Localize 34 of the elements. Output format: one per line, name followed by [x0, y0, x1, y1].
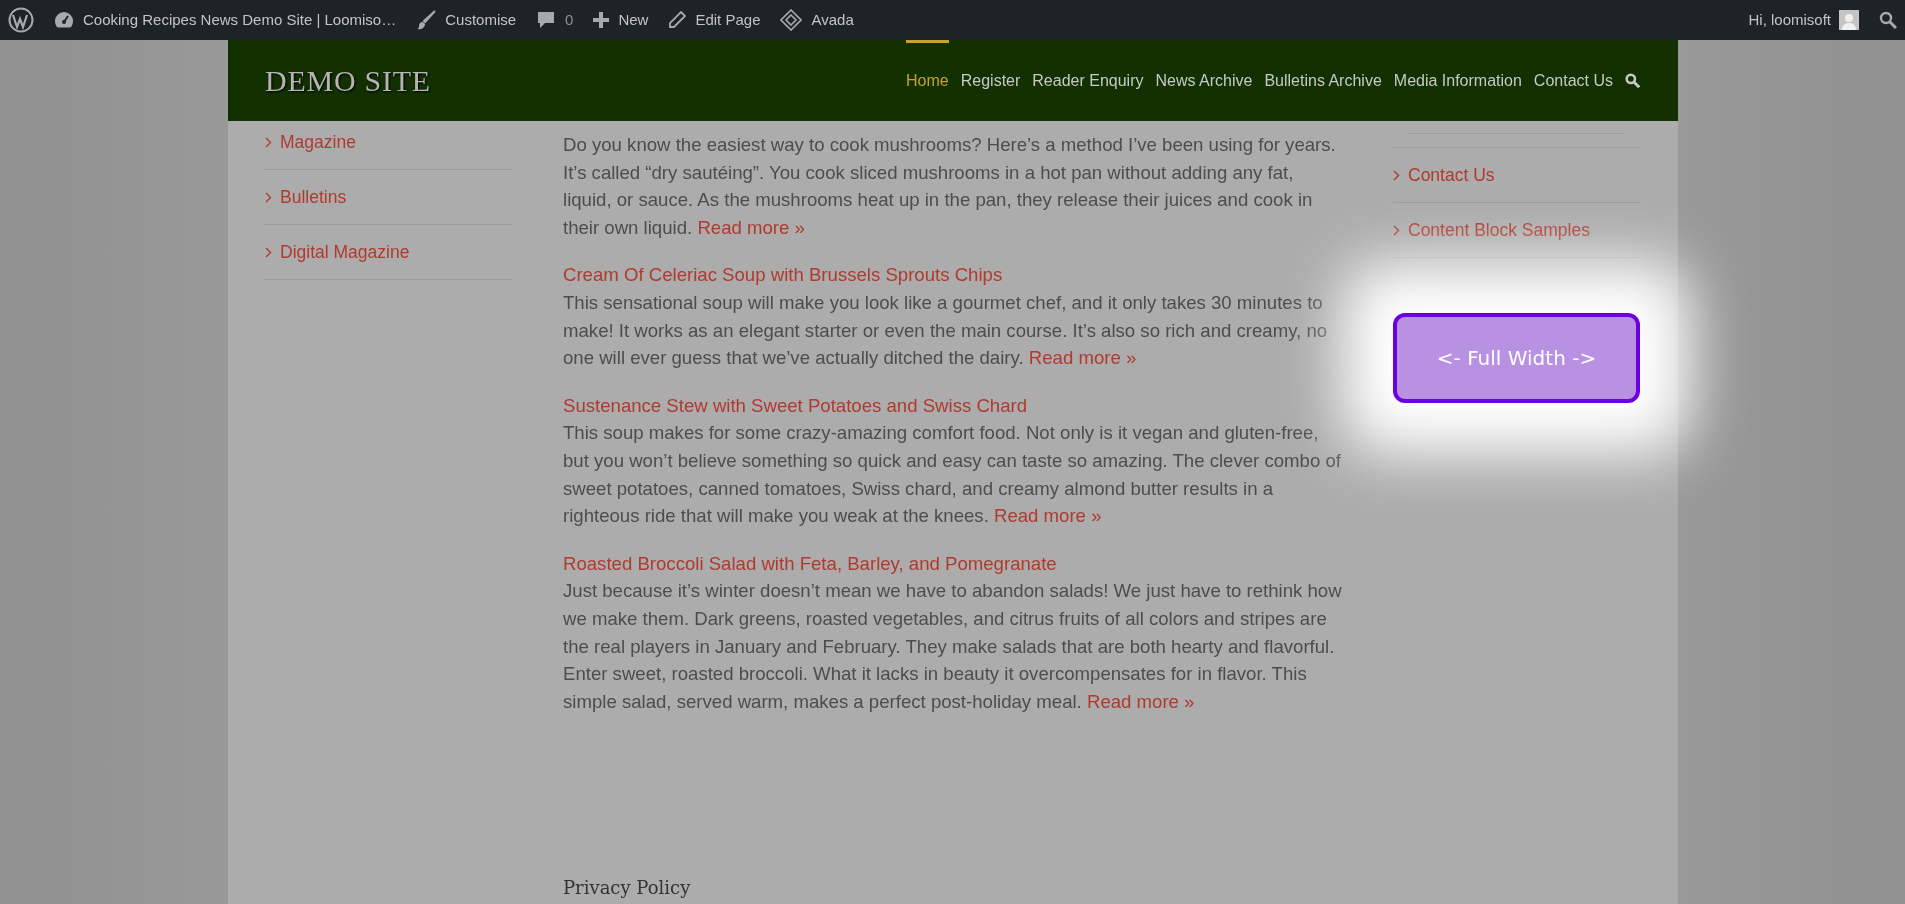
pencil-icon[interactable]	[668, 11, 687, 29]
chevron-icon	[265, 191, 272, 203]
article-excerpt: Do you know the easiest way to cook mushrooms? Here’s a method I’ve been using for years. It’s called “dry sautéing”. You cook sliced mushrooms in a hot pan without adding any fat, liquid, or sauce. As the mushrooms heat up in the pan, they release their juices and cook in their own liquid. Read more »	[563, 133, 1337, 240]
nav-link[interactable]: Register	[960, 40, 1021, 121]
nav-link[interactable]: Home	[906, 40, 949, 121]
nav-link[interactable]: Media Information	[1393, 40, 1522, 121]
admin-bar-link[interactable]: Edit Page	[695, 8, 761, 32]
nav-link[interactable]: News Archive	[1155, 40, 1253, 121]
article-excerpt: This sensational soup will make you look like a gourmet chef, and it only takes 30 minutes to make! It works as an elegant starter or even the main course. It’s also so rich and creamy, no one will ever guess that we’ve actually ditched the dairy. Read more »	[563, 290, 1329, 371]
nav-link[interactable]: Reader Enquiry	[1032, 40, 1144, 121]
plus-icon[interactable]	[593, 12, 610, 28]
greeting-link[interactable]: Hi, loomisoft	[1748, 8, 1831, 32]
brush-icon[interactable]	[416, 10, 437, 30]
site-logo[interactable]: DEMO SITE	[265, 58, 431, 103]
admin-bar-link[interactable]: Cooking Recipes News Demo Site | Loomiso…	[83, 8, 397, 32]
admin-bar-link[interactable]: Avada	[811, 8, 854, 32]
speech-bubble-icon[interactable]	[536, 10, 557, 30]
admin-bar-link[interactable]: Customise	[445, 8, 517, 32]
footer-heading: Privacy Policy	[563, 876, 692, 900]
nav-link[interactable]: Contact Us	[1533, 40, 1613, 121]
chevron-icon	[1393, 224, 1400, 236]
wordpress-logo-icon[interactable]	[8, 7, 34, 33]
article-excerpt: Just because it’s winter doesn’t mean we have to abandon salads! We just have to rethink how we make them. Dark greens, roasted vegetables, and citrus fruits of all colors and stripes are the real players in January and February. They make salads that are both hearty and flavorful. Enter sweet, roasted broccoli. What it lacks in beauty it overcompensates for in flavor. This simple salad, served warm, makes a perfect post-holiday meal. Read more »	[563, 579, 1343, 714]
search-icon[interactable]	[1879, 11, 1897, 29]
layers-icon[interactable]	[780, 9, 803, 31]
nav-link[interactable]: Bulletins Archive	[1264, 40, 1382, 121]
search-icon[interactable]	[1625, 73, 1640, 88]
article-excerpt: This soup makes for some crazy-amazing comfort food. Not only is it vegan and gluten-free, but you won’t believe something so quick and easy can taste so amazing. The clever combo of sweet potatoes, canned tomatoes, Swiss chard, and creamy almond butter results in a righteous ride that will make you weak at the knees. Read more »	[563, 421, 1342, 529]
chevron-icon	[1393, 169, 1400, 181]
comment-count[interactable]: 0	[565, 8, 574, 32]
chevron-icon	[265, 246, 272, 258]
chevron-icon	[265, 136, 272, 148]
gauge-icon[interactable]	[54, 11, 74, 29]
admin-bar-link[interactable]: New	[618, 8, 649, 32]
